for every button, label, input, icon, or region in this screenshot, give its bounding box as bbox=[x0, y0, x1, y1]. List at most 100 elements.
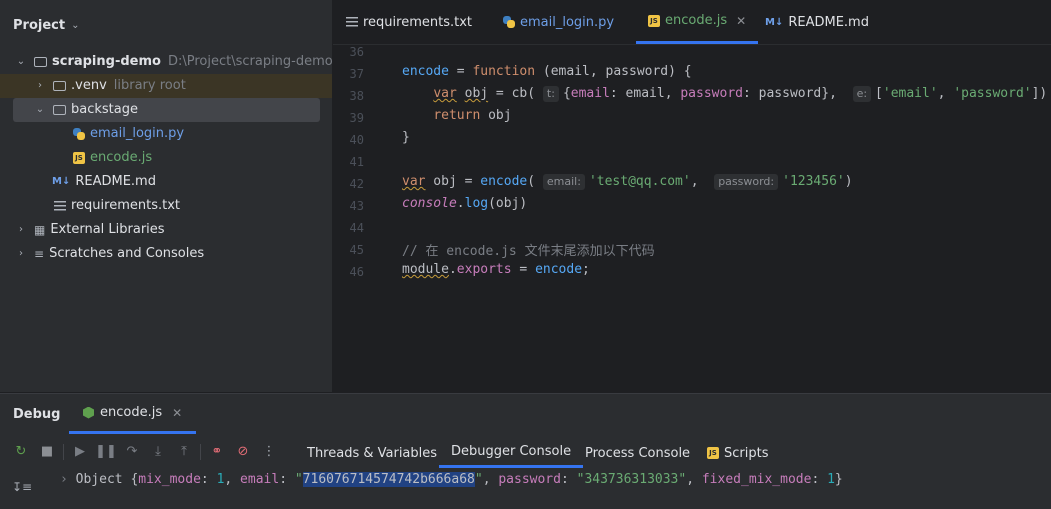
code-line-42: var obj = encode( email:'test@qq.com', p… bbox=[402, 174, 853, 190]
resume-icon[interactable]: ▶ bbox=[70, 438, 90, 464]
tree-item-external-libraries[interactable]: › ▦ External Libraries bbox=[14, 218, 165, 242]
tab-threads-variables[interactable]: Threads & Variables bbox=[307, 438, 437, 468]
code-line-46: module.exports = encode; bbox=[402, 262, 590, 277]
tree-item-scratches[interactable]: › ≡ Scratches and Consoles bbox=[14, 242, 204, 266]
tree-item-label: scraping-demo bbox=[52, 54, 161, 69]
line-number: 36 bbox=[349, 45, 364, 59]
line-number: 38 bbox=[349, 89, 364, 103]
tree-item-label: requirements.txt bbox=[71, 198, 181, 213]
project-panel: Project ⌄ ⌄ scraping-demo D:\Project\scr… bbox=[0, 0, 333, 392]
nodejs-icon bbox=[83, 406, 94, 419]
selected-text[interactable]: 716076714574742b666a68 bbox=[302, 472, 475, 487]
step-into-icon[interactable]: ⤓ bbox=[148, 438, 168, 464]
tab-label: encode.js bbox=[665, 13, 728, 28]
close-icon[interactable]: ✕ bbox=[736, 14, 746, 28]
library-icon: ▦ bbox=[34, 223, 46, 237]
folder-icon bbox=[53, 81, 66, 91]
line-number: 37 bbox=[349, 67, 364, 81]
python-file-icon bbox=[503, 16, 515, 28]
mute-breakpoints-icon[interactable]: ⊘ bbox=[233, 438, 253, 464]
line-number: 45 bbox=[349, 243, 364, 257]
tree-item-hint: library root bbox=[113, 78, 186, 93]
code-line-43: console.log(obj) bbox=[402, 196, 528, 211]
tree-item-label: External Libraries bbox=[50, 222, 165, 237]
tree-item-readme[interactable]: M↓ README.md bbox=[52, 170, 156, 194]
line-number: 41 bbox=[349, 155, 364, 169]
markdown-file-icon: M↓ bbox=[52, 176, 71, 187]
line-number: 43 bbox=[349, 199, 364, 213]
chevron-down-icon[interactable]: ⌄ bbox=[71, 20, 79, 31]
debug-title: Debug bbox=[13, 407, 61, 422]
chevron-right-icon[interactable]: › bbox=[33, 74, 47, 98]
close-icon[interactable]: ✕ bbox=[172, 406, 182, 420]
tab-readme[interactable]: M↓ README.md bbox=[765, 0, 869, 44]
debug-session-label: encode.js bbox=[100, 405, 163, 420]
javascript-file-icon: JS bbox=[648, 14, 660, 27]
view-breakpoints-icon[interactable]: ⚭ bbox=[207, 438, 227, 464]
param-hint: e: bbox=[852, 86, 872, 102]
param-hint: password: bbox=[714, 174, 779, 190]
python-file-icon bbox=[73, 128, 85, 140]
tab-debugger-console[interactable]: Debugger Console bbox=[439, 438, 584, 468]
tree-item-label: Scratches and Consoles bbox=[49, 246, 205, 261]
param-hint: email: bbox=[542, 174, 585, 190]
scroll-to-end-icon[interactable]: ↧≡ bbox=[12, 480, 32, 494]
editor-tabs: requirements.txt email_login.py JS encod… bbox=[333, 0, 1051, 45]
code-line-40: } bbox=[402, 130, 410, 145]
console-output[interactable]: › Object {mix_mode: 1, email: "716076714… bbox=[60, 472, 843, 487]
line-number: 46 bbox=[349, 265, 364, 279]
debug-session-tab[interactable]: encode.js ✕ bbox=[69, 394, 197, 434]
step-out-icon[interactable]: ⤒ bbox=[174, 438, 194, 464]
stop-icon[interactable]: ■ bbox=[37, 438, 57, 464]
line-number: 44 bbox=[349, 221, 364, 235]
more-options-icon[interactable]: ⋮ bbox=[259, 438, 279, 464]
tree-item-requirements[interactable]: requirements.txt bbox=[54, 194, 180, 218]
text-file-icon bbox=[54, 200, 66, 212]
param-hint: t: bbox=[542, 86, 559, 102]
tab-label: README.md bbox=[788, 14, 869, 30]
tree-item-label: encode.js bbox=[90, 150, 153, 165]
folder-icon bbox=[34, 57, 47, 67]
tree-item-email-login-py[interactable]: email_login.py bbox=[73, 122, 184, 146]
tree-item-label: backstage bbox=[71, 102, 138, 117]
subtab-label: Threads & Variables bbox=[307, 445, 438, 461]
tree-item-backstage[interactable]: ⌄ backstage bbox=[33, 98, 138, 122]
tab-process-console[interactable]: Process Console bbox=[585, 438, 690, 468]
tree-item-venv[interactable]: › .venv library root bbox=[33, 74, 186, 98]
subtab-label: Process Console bbox=[585, 445, 691, 461]
tab-label: requirements.txt bbox=[363, 14, 473, 30]
subtab-label: Scripts bbox=[724, 445, 769, 461]
tree-item-encode-js[interactable]: JS encode.js bbox=[73, 146, 152, 170]
chevron-down-icon[interactable]: ⌄ bbox=[14, 50, 28, 74]
debug-panel: Debug encode.js ✕ ↻ ■ ▶ ❚❚ ↷ ⤓ ⤒ ⚭ ⊘ ⋮ T… bbox=[0, 393, 1051, 509]
code-comment: // 在 encode.js 文件末尾添加以下代码 bbox=[402, 244, 655, 259]
chevron-down-icon[interactable]: ⌄ bbox=[33, 98, 47, 122]
code-line-38: var obj = cb( t: {email: email, password:… bbox=[433, 86, 1048, 102]
javascript-file-icon: JS bbox=[73, 152, 85, 164]
subtab-label: Debugger Console bbox=[451, 444, 572, 459]
tab-scripts[interactable]: JS Scripts bbox=[707, 438, 768, 468]
javascript-file-icon: JS bbox=[707, 447, 719, 459]
line-number: 42 bbox=[349, 177, 364, 191]
rerun-icon[interactable]: ↻ bbox=[11, 438, 31, 464]
debug-toolbar: ↻ ■ ▶ ❚❚ ↷ ⤓ ⤒ ⚭ ⊘ ⋮ Threads & Variables… bbox=[0, 438, 1051, 468]
markdown-file-icon: M↓ bbox=[765, 16, 784, 28]
step-over-icon[interactable]: ↷ bbox=[122, 438, 142, 464]
pause-icon[interactable]: ❚❚ bbox=[95, 438, 117, 464]
scratches-icon: ≡ bbox=[34, 247, 45, 261]
tree-item-label: .venv bbox=[71, 78, 107, 93]
chevron-right-icon[interactable]: › bbox=[14, 242, 28, 266]
tab-email-login[interactable]: email_login.py bbox=[503, 0, 614, 44]
code-line-37: encode = function (email, password) { bbox=[402, 64, 692, 79]
line-number: 40 bbox=[349, 133, 364, 147]
tree-item-label: README.md bbox=[75, 174, 156, 189]
tab-encode-js[interactable]: JS encode.js ✕ bbox=[636, 0, 759, 44]
chevron-right-icon[interactable]: › bbox=[14, 218, 28, 242]
tree-item-label: email_login.py bbox=[90, 126, 185, 141]
tab-requirements[interactable]: requirements.txt bbox=[346, 0, 472, 44]
tab-label: email_login.py bbox=[520, 14, 615, 30]
code-editor[interactable]: 36 37 38 39 40 41 42 43 44 45 46 encode … bbox=[333, 45, 1051, 392]
text-file-icon bbox=[346, 16, 358, 28]
tree-item-scraping-demo[interactable]: ⌄ scraping-demo D:\Project\scraping-demo bbox=[14, 50, 333, 74]
project-header[interactable]: Project ⌄ bbox=[0, 0, 332, 50]
